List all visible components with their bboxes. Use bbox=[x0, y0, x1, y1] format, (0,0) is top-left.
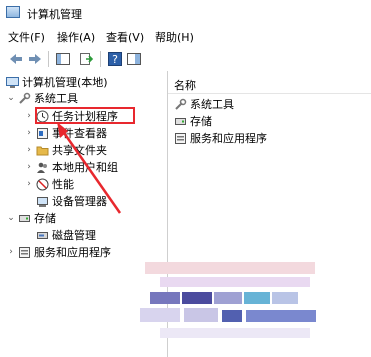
expand-chevron-icon[interactable]: › bbox=[24, 145, 34, 155]
list-item[interactable]: 服务和应用程序 bbox=[172, 130, 267, 146]
help-icon[interactable]: ? bbox=[107, 51, 123, 67]
computer-management-icon bbox=[6, 76, 19, 88]
watermark-logo bbox=[140, 262, 316, 338]
expand-chevron-icon[interactable]: › bbox=[24, 111, 34, 121]
event-viewer-icon bbox=[37, 127, 48, 139]
tools-icon bbox=[19, 92, 31, 104]
storage-icon bbox=[19, 214, 30, 222]
collapse-chevron-icon[interactable]: ⌄ bbox=[6, 93, 16, 103]
tree-item-root[interactable]: 计算机管理(本地) bbox=[4, 74, 108, 90]
toolbar-divider bbox=[100, 51, 101, 67]
services-icon bbox=[175, 132, 186, 144]
header-divider bbox=[168, 93, 371, 94]
tree-item-disk-management[interactable]: 磁盘管理 bbox=[34, 227, 96, 243]
expand-chevron-icon[interactable]: › bbox=[24, 128, 34, 138]
window-title: 计算机管理 bbox=[27, 8, 82, 21]
tree-item-storage[interactable]: ⌄ 存储 bbox=[6, 210, 56, 226]
export-list-icon[interactable] bbox=[78, 51, 94, 67]
tree-item-event-viewer[interactable]: › 事件查看器 bbox=[24, 125, 107, 141]
list-item[interactable]: 系统工具 bbox=[172, 96, 234, 112]
disk-management-icon bbox=[37, 231, 48, 239]
tree-item-system-tools[interactable]: ⌄ 系统工具 bbox=[6, 90, 78, 106]
collapse-chevron-icon[interactable]: ⌄ bbox=[6, 213, 16, 223]
annotation-highlight-box bbox=[35, 107, 135, 124]
storage-icon bbox=[175, 117, 186, 125]
performance-icon bbox=[36, 178, 49, 190]
svg-text:?: ? bbox=[112, 53, 118, 66]
properties-pane-icon[interactable] bbox=[126, 51, 142, 67]
menu-help[interactable]: 帮助(H) bbox=[155, 29, 194, 45]
tree-item-local-users[interactable]: › 本地用户和组 bbox=[24, 159, 118, 175]
users-icon bbox=[37, 162, 47, 173]
device-manager-icon bbox=[37, 196, 48, 207]
shared-folder-icon bbox=[36, 146, 49, 155]
tree-item-shared-folders[interactable]: › 共享文件夹 bbox=[24, 142, 107, 158]
menu-action[interactable]: 操作(A) bbox=[57, 29, 95, 45]
back-arrow-icon[interactable] bbox=[8, 51, 24, 67]
menu-view[interactable]: 查看(V) bbox=[106, 29, 144, 45]
title-bar: 计算机管理 bbox=[0, 0, 371, 25]
menu-bar: 文件(F) 操作(A) 查看(V) 帮助(H) bbox=[0, 25, 371, 47]
tree-item-performance[interactable]: › 性能 bbox=[24, 176, 74, 192]
tree-item-services[interactable]: › 服务和应用程序 bbox=[6, 244, 111, 260]
expand-chevron-icon[interactable]: › bbox=[6, 247, 16, 257]
tools-icon bbox=[175, 98, 187, 110]
tree-item-device-manager[interactable]: 设备管理器 bbox=[34, 193, 107, 209]
toolbar: ? bbox=[0, 47, 371, 72]
expand-chevron-icon[interactable]: › bbox=[24, 179, 34, 189]
console-tree-icon[interactable] bbox=[55, 51, 71, 67]
toolbar-divider bbox=[48, 51, 49, 67]
list-item[interactable]: 存储 bbox=[172, 113, 212, 129]
expand-chevron-icon[interactable]: › bbox=[24, 162, 34, 172]
forward-arrow-icon[interactable] bbox=[27, 51, 43, 67]
services-icon bbox=[19, 246, 30, 258]
menu-file[interactable]: 文件(F) bbox=[8, 29, 45, 45]
computer-management-icon bbox=[6, 6, 20, 18]
column-header-name[interactable]: 名称 bbox=[174, 77, 196, 93]
